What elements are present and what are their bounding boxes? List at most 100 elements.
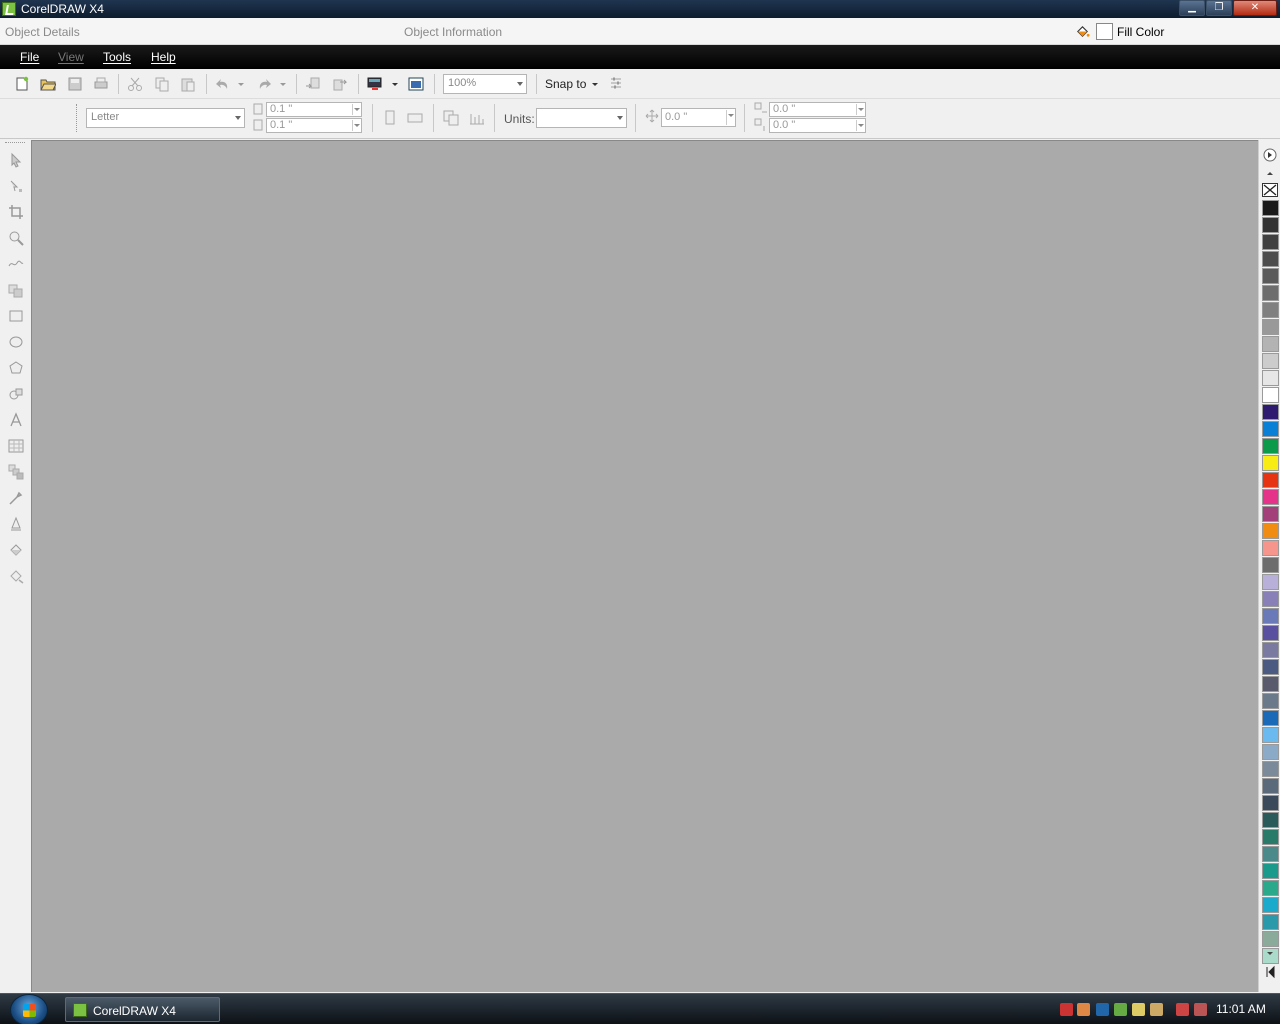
palette-swatch[interactable] [1262,744,1279,760]
text-tool-icon[interactable] [8,412,24,428]
toolbox-grip[interactable] [5,142,25,143]
palette-swatch[interactable] [1262,285,1279,301]
basic-shapes-icon[interactable] [8,386,24,402]
palette-swatch[interactable] [1262,931,1279,947]
portrait-icon[interactable] [383,110,397,126]
palette-expand-icon[interactable] [1263,965,1277,979]
palette-swatch[interactable] [1262,659,1279,675]
maximize-button[interactable]: ❐ [1206,0,1232,16]
duplicate-distance-x-input[interactable]: 0.0 " [769,102,866,117]
palette-swatch[interactable] [1262,880,1279,896]
menu-view[interactable]: View [58,50,84,64]
palette-swatch[interactable] [1262,438,1279,454]
palette-swatch[interactable] [1262,897,1279,913]
import-icon[interactable] [305,76,321,92]
interactive-blend-icon[interactable] [8,464,24,480]
palette-swatch[interactable] [1262,642,1279,658]
start-button[interactable] [10,994,48,1024]
palette-swatch[interactable] [1262,319,1279,335]
drawing-workspace[interactable] [31,140,1258,992]
menu-help[interactable]: Help [151,50,176,64]
palette-swatch[interactable] [1262,523,1279,539]
options-icon[interactable] [608,76,624,92]
page-width-input[interactable]: 0.1 " [266,102,362,117]
rectangle-tool-icon[interactable] [8,308,24,324]
table-tool-icon[interactable] [8,438,24,454]
coreldraw-app-icon[interactable] [2,2,16,16]
snap-to-button[interactable]: Snap to [545,77,586,91]
smart-fill-icon[interactable] [8,282,24,298]
fill-color-swatch[interactable] [1096,23,1113,40]
palette-swatch[interactable] [1262,200,1279,216]
polygon-tool-icon[interactable] [8,360,24,376]
network-icon[interactable] [1096,1003,1109,1016]
palette-swatch[interactable] [1262,302,1279,318]
cut-icon[interactable] [127,76,143,92]
palette-swatch[interactable] [1262,863,1279,879]
palette-swatch[interactable] [1262,557,1279,573]
close-button[interactable]: ✕ [1233,0,1277,16]
menu-tools[interactable]: Tools [103,50,131,64]
palette-swatch[interactable] [1262,761,1279,777]
minimize-button[interactable]: ▁ [1179,0,1205,16]
palette-scroll-up-icon[interactable] [1263,166,1277,180]
palette-swatch[interactable] [1262,812,1279,828]
palette-swatch[interactable] [1262,489,1279,505]
copy-icon[interactable] [154,76,170,92]
palette-swatch[interactable] [1262,421,1279,437]
nudge-distance-input[interactable]: 0.0 " [661,108,736,127]
paste-icon[interactable] [180,76,196,92]
units-dropdown[interactable] [536,108,627,128]
welcome-screen-icon[interactable] [408,76,424,92]
current-page-icon[interactable] [469,110,485,126]
fill-bucket-icon[interactable] [1075,24,1090,39]
save-icon[interactable] [67,76,83,92]
palette-swatch[interactable] [1262,693,1279,709]
fill-tool-icon[interactable] [8,542,24,558]
security-alert-icon[interactable] [1060,1003,1073,1016]
palette-swatch[interactable] [1262,353,1279,369]
eyedropper-icon[interactable] [8,490,24,506]
palette-swatch[interactable] [1262,234,1279,250]
zoom-levels-dropdown[interactable]: 100% [443,74,527,94]
palette-menu-arrow-icon[interactable] [1263,148,1277,162]
landscape-icon[interactable] [407,110,423,126]
page-height-input[interactable]: 0.1 " [266,118,362,133]
snap-to-chevron-down-icon[interactable] [590,76,600,92]
palette-swatch[interactable] [1262,591,1279,607]
palette-swatch[interactable] [1262,370,1279,386]
palette-swatch[interactable] [1262,217,1279,233]
clock[interactable]: 11:01 AM [1216,1002,1266,1016]
new-icon[interactable] [14,76,30,92]
menu-file[interactable]: File [20,50,39,64]
palette-swatch[interactable] [1262,336,1279,352]
freehand-tool-icon[interactable] [8,256,24,272]
palette-scroll-down-icon[interactable] [1263,947,1277,961]
taskbar-item-coreldraw[interactable]: CorelDRAW X4 [65,997,220,1022]
palette-swatch[interactable] [1262,608,1279,624]
palette-swatch[interactable] [1262,387,1279,403]
open-icon[interactable] [40,76,56,92]
interactive-fill-icon[interactable] [8,568,24,584]
palette-swatch[interactable] [1262,727,1279,743]
ellipse-tool-icon[interactable] [8,334,24,350]
application-launcher-icon[interactable] [367,76,383,92]
undo-icon[interactable] [215,76,231,92]
network-disconnected-icon[interactable] [1176,1003,1189,1016]
speaker-muted-icon[interactable] [1194,1003,1207,1016]
palette-swatch[interactable] [1262,506,1279,522]
crop-tool-icon[interactable] [8,204,24,220]
palette-swatch[interactable] [1262,914,1279,930]
palette-swatch[interactable] [1262,404,1279,420]
palette-swatch[interactable] [1262,829,1279,845]
palette-swatch[interactable] [1262,625,1279,641]
redo-icon[interactable] [256,76,272,92]
display-icon[interactable] [1132,1003,1145,1016]
undo-list-chevron-down-icon[interactable] [236,76,246,92]
palette-swatch[interactable] [1262,540,1279,556]
pick-tool-icon[interactable] [8,152,24,168]
palette-swatch[interactable] [1262,778,1279,794]
palette-swatch[interactable] [1262,574,1279,590]
volume-icon[interactable] [1077,1003,1090,1016]
print-icon[interactable] [93,76,109,92]
